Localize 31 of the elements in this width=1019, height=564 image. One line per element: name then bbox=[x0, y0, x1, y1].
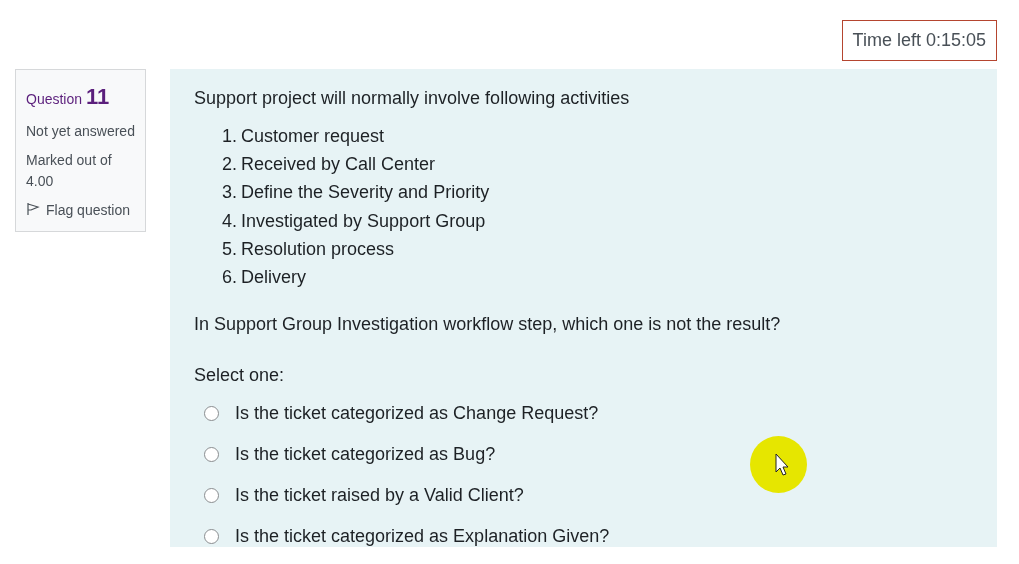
timer: Time left 0:15:05 bbox=[841, 20, 997, 61]
select-label: Select one: bbox=[194, 364, 286, 388]
radio-button[interactable] bbox=[204, 529, 219, 545]
question-prompt: In Support Group Investigation workflow step, which one is not the result? bbox=[194, 313, 782, 337]
step-text: Delivery bbox=[241, 266, 307, 289]
step-number: 3. bbox=[222, 181, 237, 205]
option-label[interactable]: Is the ticket categorized as Bug? bbox=[235, 441, 496, 469]
radio-button[interactable] bbox=[204, 488, 219, 504]
flag-question-link[interactable]: Flag question bbox=[26, 200, 135, 221]
radio-button[interactable] bbox=[204, 406, 219, 422]
question-number: 11 bbox=[85, 84, 110, 109]
question-label: Question bbox=[26, 91, 83, 107]
option-label[interactable]: Is the ticket categorized as Change Request? bbox=[235, 400, 599, 428]
step-number: 1. bbox=[222, 125, 237, 148]
flag-icon bbox=[26, 202, 40, 216]
radio-button[interactable] bbox=[204, 447, 219, 463]
step-text: Resolution process bbox=[241, 237, 395, 261]
step-text: Customer request bbox=[241, 125, 385, 148]
cursor-highlight-icon bbox=[750, 436, 807, 493]
step-text: Investigated by Support Group bbox=[241, 209, 486, 233]
option-label[interactable]: Is the ticket categorized as Explanation Given? bbox=[235, 523, 610, 551]
question-status: Not yet answered bbox=[26, 122, 135, 141]
step-number: 5. bbox=[222, 237, 237, 261]
step-number: 6. bbox=[222, 266, 237, 289]
step-number: 4. bbox=[222, 209, 237, 233]
question-intro: Support project will normally involve following activities bbox=[194, 87, 631, 110]
option-label[interactable]: Is the ticket raised by a Valid Client? bbox=[235, 482, 524, 510]
step-text: Define the Severity and Priority bbox=[241, 181, 490, 205]
step-number: 2. bbox=[222, 153, 237, 177]
question-marks: Marked out of 4.00 bbox=[26, 151, 113, 191]
step-text: Received by Call Center bbox=[241, 153, 436, 177]
